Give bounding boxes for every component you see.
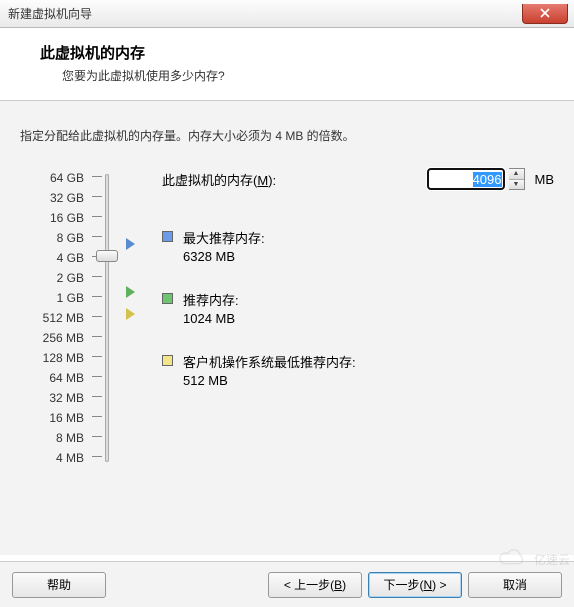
scale-tick — [92, 296, 102, 297]
memory-spinner[interactable]: ▲ ▼ — [509, 168, 525, 190]
min-recommended-row: 客户机操作系统最低推荐内存: 512 MB — [162, 352, 554, 388]
scale-tick — [92, 356, 102, 357]
scale-tick — [92, 216, 102, 217]
min-recommended-value: 512 MB — [183, 373, 356, 388]
scale-label: 1 GB — [20, 288, 84, 308]
scale-tick — [92, 396, 102, 397]
recommended-label: 推荐内存: — [183, 290, 239, 309]
memory-slider[interactable] — [92, 168, 126, 468]
content-area: 指定分配给此虚拟机的内存量。内存大小必须为 4 MB 的倍数。 64 GB32 … — [0, 101, 574, 555]
recommended-value: 1024 MB — [183, 311, 239, 326]
page-title: 此虚拟机的内存 — [40, 42, 550, 63]
scale-label: 4 MB — [20, 448, 84, 468]
close-icon — [540, 8, 550, 18]
window-title: 新建虚拟机向导 — [8, 5, 92, 22]
square-blue-icon — [162, 231, 173, 242]
scale-label: 8 MB — [20, 428, 84, 448]
page-subtitle: 您要为此虚拟机使用多少内存? — [62, 67, 550, 84]
scale-label: 64 MB — [20, 368, 84, 388]
memory-unit: MB — [535, 172, 555, 187]
scale-tick — [92, 276, 102, 277]
scale-label: 8 GB — [20, 228, 84, 248]
close-button[interactable] — [522, 4, 568, 24]
spinner-up-icon[interactable]: ▲ — [509, 169, 524, 180]
scale-label: 2 GB — [20, 268, 84, 288]
max-recommended-label: 最大推荐内存: — [183, 228, 265, 247]
memory-scale-labels: 64 GB32 GB16 GB8 GB4 GB2 GB1 GB512 MB256… — [20, 168, 92, 468]
scale-tick — [92, 196, 102, 197]
scale-label: 128 MB — [20, 348, 84, 368]
info-column: 此虚拟机的内存(M): ▲ ▼ MB 最大推荐内存: 6328 MB — [144, 168, 554, 468]
scale-label: 16 GB — [20, 208, 84, 228]
scale-label: 256 MB — [20, 328, 84, 348]
recommended-row: 推荐内存: 1024 MB — [162, 290, 554, 326]
max-recommended-value: 6328 MB — [183, 249, 265, 264]
scale-tick — [92, 176, 102, 177]
scale-label: 32 GB — [20, 188, 84, 208]
cancel-button[interactable]: 取消 — [468, 572, 562, 598]
min-recommended-label: 客户机操作系统最低推荐内存: — [183, 352, 356, 371]
titlebar: 新建虚拟机向导 — [0, 0, 574, 28]
recommended-marker-icon — [126, 286, 135, 298]
spinner-down-icon[interactable]: ▼ — [509, 180, 524, 190]
scale-label: 32 MB — [20, 388, 84, 408]
next-button[interactable]: 下一步(N) > — [368, 572, 462, 598]
scale-tick — [92, 456, 102, 457]
scale-label: 64 GB — [20, 168, 84, 188]
memory-input-label: 此虚拟机的内存(M): — [162, 170, 276, 189]
square-green-icon — [162, 293, 173, 304]
scale-tick — [92, 236, 102, 237]
max-marker-icon — [126, 238, 135, 250]
scale-tick — [92, 436, 102, 437]
current-marker-icon — [126, 308, 135, 320]
square-yellow-icon — [162, 355, 173, 366]
slider-thumb[interactable] — [96, 250, 118, 262]
back-button[interactable]: < 上一步(B) — [268, 572, 362, 598]
scale-tick — [92, 376, 102, 377]
scale-label: 4 GB — [20, 248, 84, 268]
slider-track — [105, 174, 109, 462]
scale-label: 512 MB — [20, 308, 84, 328]
scale-tick — [92, 316, 102, 317]
wizard-header: 此虚拟机的内存 您要为此虚拟机使用多少内存? — [0, 28, 574, 101]
scale-tick — [92, 416, 102, 417]
scale-tick — [92, 336, 102, 337]
help-button[interactable]: 帮助 — [12, 572, 106, 598]
max-recommended-row: 最大推荐内存: 6328 MB — [162, 228, 554, 264]
scale-label: 16 MB — [20, 408, 84, 428]
memory-input[interactable] — [427, 168, 505, 190]
description-text: 指定分配给此虚拟机的内存量。内存大小必须为 4 MB 的倍数。 — [20, 127, 554, 144]
footer-buttons: 帮助 < 上一步(B) 下一步(N) > 取消 — [0, 561, 574, 607]
